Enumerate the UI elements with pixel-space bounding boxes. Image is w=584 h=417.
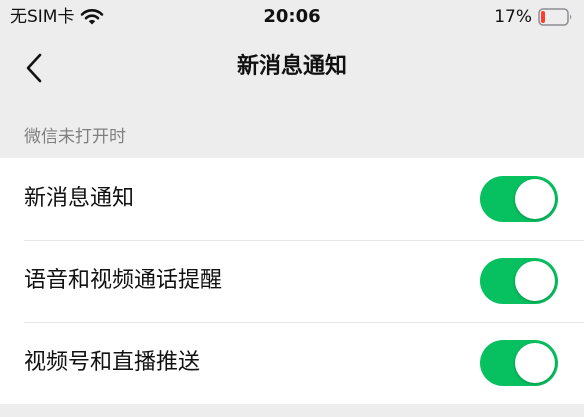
setting-row-call-reminder: 语音和视频通话提醒 <box>0 240 584 322</box>
new-message-toggle[interactable] <box>480 176 558 222</box>
settings-list: 新消息通知 语音和视频通话提醒 视频号和直播推送 <box>0 158 584 404</box>
toggle-knob <box>515 261 555 301</box>
setting-label: 新消息通知 <box>24 186 135 211</box>
page-title: 新消息通知 <box>236 54 347 79</box>
status-bar: 无SIM卡 20:06 17% <box>0 0 584 34</box>
battery-status: 17% <box>494 7 574 27</box>
setting-label: 语音和视频通话提醒 <box>24 268 223 293</box>
notification-settings-screen: 无SIM卡 20:06 17% 新消息通知 微信未打开时 新消息通知 语音和视频… <box>0 0 584 417</box>
toggle-knob <box>515 179 555 219</box>
section-header: 微信未打开时 <box>24 127 126 147</box>
setting-label: 视频号和直播推送 <box>24 350 201 375</box>
call-reminder-toggle[interactable] <box>480 258 558 304</box>
battery-percent: 17% <box>494 7 532 27</box>
battery-icon <box>538 8 574 26</box>
channels-live-toggle[interactable] <box>480 340 558 386</box>
setting-row-channels-live: 视频号和直播推送 <box>0 322 584 404</box>
navigation-bar: 新消息通知 <box>0 34 584 100</box>
setting-row-new-message: 新消息通知 <box>0 158 584 240</box>
toggle-knob <box>515 343 555 383</box>
